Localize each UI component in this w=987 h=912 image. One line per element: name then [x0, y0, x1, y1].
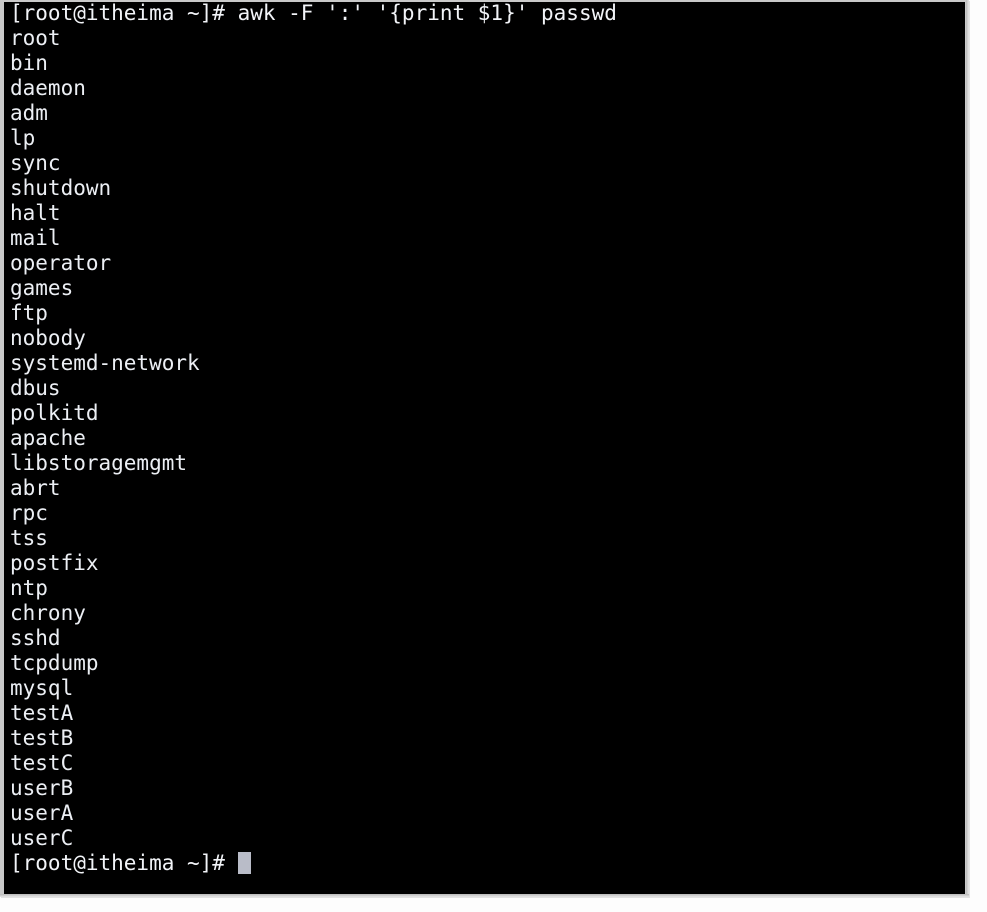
terminal-output-line: sshd — [10, 626, 61, 650]
terminal-output-line: operator — [10, 251, 112, 275]
page-surface: [root@itheima ~]# awk -F ':' '{print $1}… — [0, 0, 987, 912]
terminal-output-line: adm — [10, 101, 48, 125]
terminal-output-line: sync — [10, 151, 61, 175]
terminal-final-prompt-line: [root@itheima ~]# — [10, 851, 965, 876]
terminal-output-line: daemon — [10, 76, 86, 100]
terminal-output-area[interactable]: [root@itheima ~]# awk -F ':' '{print $1}… — [10, 2, 965, 876]
terminal-output-line: rpc — [10, 501, 48, 525]
terminal-output-line: testC — [10, 751, 74, 775]
terminal-output-line: bin — [10, 51, 48, 75]
terminal-output-line: mail — [10, 226, 61, 250]
terminal-output-line: abrt — [10, 476, 61, 500]
terminal-output-line: games — [10, 276, 74, 300]
terminal-output-line: dbus — [10, 376, 61, 400]
terminal-output-line: halt — [10, 201, 61, 225]
terminal-window[interactable]: [root@itheima ~]# awk -F ':' '{print $1}… — [0, 0, 969, 897]
terminal-output-line: tss — [10, 526, 48, 550]
terminal-output-line: chrony — [10, 601, 86, 625]
terminal-cursor[interactable] — [237, 852, 251, 874]
terminal-output-line: root — [10, 26, 61, 50]
window-right-bevel — [966, 0, 969, 897]
terminal-output-line: lp — [10, 126, 36, 150]
terminal-output-line: apache — [10, 426, 86, 450]
terminal-output-line: userA — [10, 801, 74, 825]
terminal-output-lines: root bin daemon adm lp sync shutdown halt mail op… — [10, 26, 965, 851]
terminal-output-line: postfix — [10, 551, 99, 575]
terminal-output-line: libstoragemgmt — [10, 451, 188, 475]
terminal-command-line: [root@itheima ~]# awk -F ':' '{print $1}… — [10, 2, 617, 25]
terminal-output-line: userB — [10, 776, 74, 800]
terminal-output-line: testA — [10, 701, 74, 725]
terminal-output-line: testB — [10, 726, 74, 750]
terminal-output-line: nobody — [10, 326, 86, 350]
terminal-final-prompt-text: [root@itheima ~]# — [10, 851, 238, 875]
terminal-output-line: systemd-network — [10, 351, 200, 375]
window-bottom-bevel — [0, 894, 969, 897]
terminal-output-line: userC — [10, 826, 74, 850]
terminal-output-line: shutdown — [10, 176, 112, 200]
terminal-output-line: ftp — [10, 301, 48, 325]
terminal-output-line: polkitd — [10, 401, 99, 425]
terminal-output-line: ntp — [10, 576, 48, 600]
terminal-output-line: mysql — [10, 676, 74, 700]
terminal-screen[interactable]: [root@itheima ~]# awk -F ':' '{print $1}… — [4, 2, 965, 894]
terminal-output-line: tcpdump — [10, 651, 99, 675]
